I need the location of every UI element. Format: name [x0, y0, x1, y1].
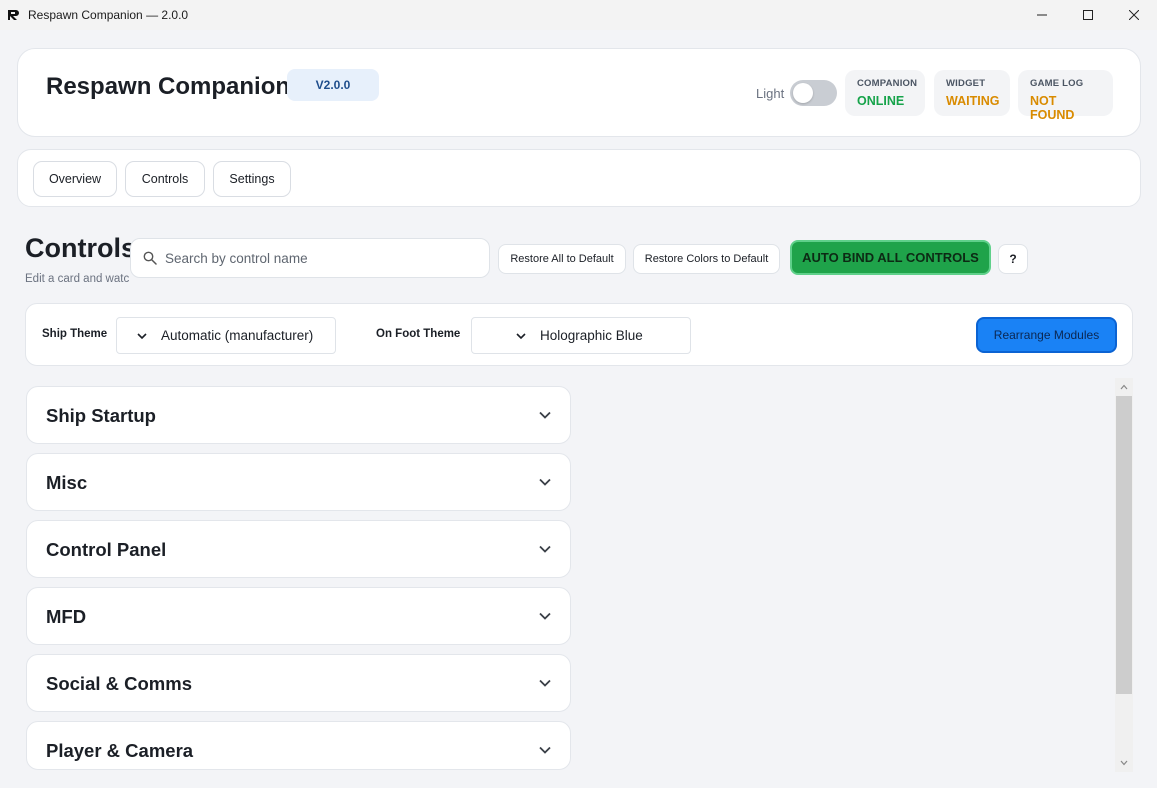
ship-theme-value: Automatic (manufacturer)	[161, 328, 314, 343]
ship-theme-label: Ship Theme	[42, 328, 108, 340]
ship-theme-select[interactable]: Automatic (manufacturer)	[116, 317, 336, 354]
status-label: COMPANION	[857, 78, 918, 89]
chevron-down-icon	[1120, 760, 1128, 766]
scroll-up-button[interactable]	[1115, 378, 1133, 396]
toggle-knob	[793, 83, 813, 103]
status-value: WAITING	[946, 94, 1000, 108]
foot-theme-select[interactable]: Holographic Blue	[471, 317, 691, 354]
maximize-button[interactable]	[1065, 0, 1111, 30]
scroll-down-button[interactable]	[1115, 754, 1133, 772]
module-title: Control Panel	[46, 539, 167, 560]
app-name: Respawn Companion	[46, 73, 291, 100]
minimize-button[interactable]	[1019, 0, 1065, 30]
status-value: NOT FOUND	[1030, 94, 1075, 122]
status-widget: WIDGET WAITING	[934, 70, 1010, 116]
search-icon	[143, 251, 157, 265]
rearrange-modules-button[interactable]: Rearrange Modules	[976, 317, 1117, 353]
module-title: Ship Startup	[46, 405, 156, 426]
scroll-thumb[interactable]	[1116, 396, 1132, 694]
module-social-comms[interactable]: Social & Comms	[26, 654, 571, 712]
chevron-down-icon	[539, 746, 551, 754]
help-button[interactable]: ?	[998, 244, 1028, 274]
theme-toggle-label: Light	[756, 86, 785, 101]
tab-settings[interactable]: Settings	[213, 161, 291, 197]
chevron-down-icon	[137, 332, 147, 339]
app-logo-icon	[8, 10, 19, 20]
status-companion: COMPANION ONLINE	[845, 70, 925, 116]
status-label: WIDGET	[946, 78, 986, 89]
page-subtitle: Edit a card and watc	[25, 273, 130, 285]
chevron-up-icon	[1120, 384, 1128, 390]
theme-settings-card: Ship Theme Automatic (manufacturer) On F…	[25, 303, 1133, 366]
page-title: Controls	[25, 233, 136, 263]
chevron-down-icon	[539, 478, 551, 486]
minimize-icon	[1037, 14, 1047, 16]
module-ship-startup[interactable]: Ship Startup	[26, 386, 571, 444]
tab-overview[interactable]: Overview	[33, 161, 117, 197]
status-label: GAME LOG	[1030, 78, 1084, 89]
module-misc[interactable]: Misc	[26, 453, 571, 511]
foot-theme-label: On Foot Theme	[376, 328, 461, 340]
search-field[interactable]	[130, 238, 490, 278]
restore-all-button[interactable]: Restore All to Default	[498, 244, 626, 274]
module-title: MFD	[46, 606, 87, 627]
module-control-panel[interactable]: Control Panel	[26, 520, 571, 578]
module-mfd[interactable]: MFD	[26, 587, 571, 645]
chevron-down-icon	[539, 545, 551, 553]
search-input[interactable]	[165, 250, 465, 266]
module-title: Social & Comms	[46, 673, 192, 694]
foot-theme-value: Holographic Blue	[540, 328, 643, 343]
chevron-down-icon	[539, 679, 551, 687]
theme-toggle[interactable]	[790, 80, 837, 106]
version-badge: V2.0.0	[287, 69, 379, 101]
window-title: Respawn Companion — 2.0.0	[28, 8, 189, 22]
window-controls	[1019, 0, 1157, 30]
module-title: Player & Camera	[46, 740, 194, 761]
restore-colors-button[interactable]: Restore Colors to Default	[633, 244, 780, 274]
chevron-down-icon	[516, 332, 526, 339]
chevron-down-icon	[539, 411, 551, 419]
close-icon	[1129, 10, 1139, 20]
status-game-log: GAME LOG NOT FOUND	[1018, 70, 1113, 122]
auto-bind-button[interactable]: AUTO BIND ALL CONTROLS	[790, 240, 991, 275]
module-player-camera[interactable]: Player & Camera	[26, 721, 571, 770]
header-card: Respawn Companion V2.0.0 Light COMPANION…	[17, 48, 1141, 137]
status-value: ONLINE	[857, 94, 905, 108]
maximize-icon	[1083, 10, 1093, 20]
nav-tabs: Overview Controls Settings	[17, 149, 1141, 207]
module-title: Misc	[46, 472, 88, 493]
close-button[interactable]	[1111, 0, 1157, 30]
chevron-down-icon	[539, 612, 551, 620]
window-titlebar: Respawn Companion — 2.0.0	[0, 0, 1157, 30]
vertical-scrollbar[interactable]	[1115, 378, 1133, 772]
tab-controls[interactable]: Controls	[125, 161, 205, 197]
